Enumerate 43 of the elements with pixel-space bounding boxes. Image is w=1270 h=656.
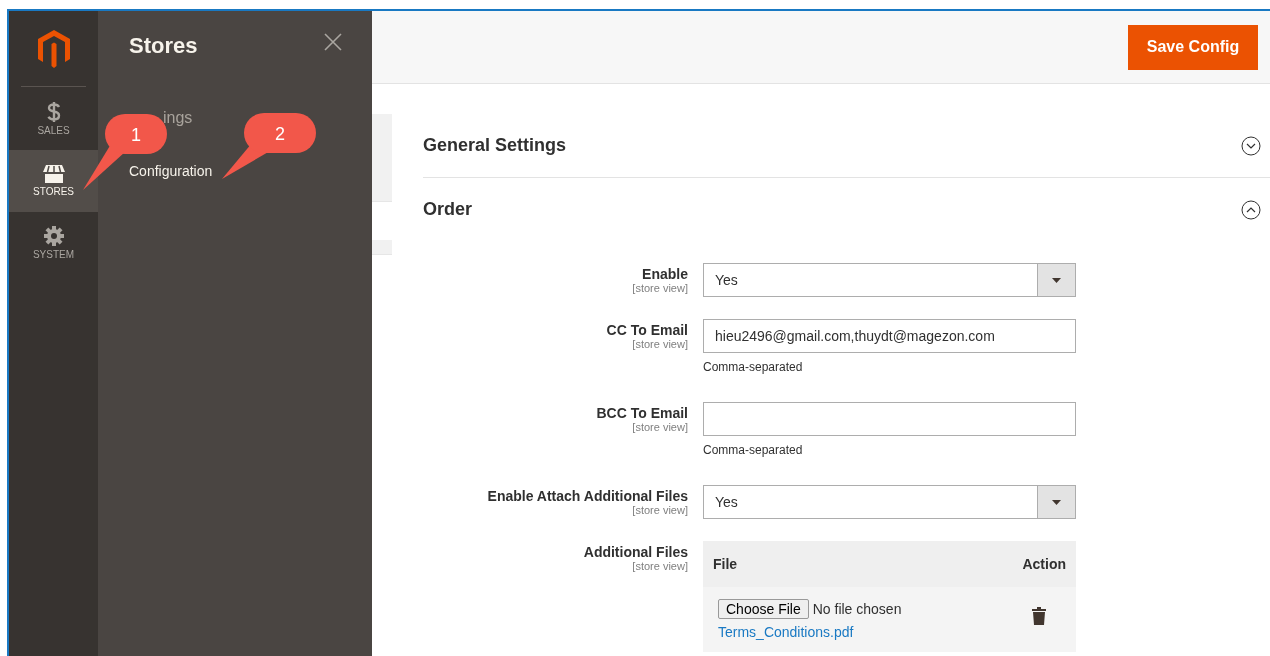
nav-item[interactable]: STORES <box>9 150 98 212</box>
select-field[interactable]: Yes <box>703 263 1076 297</box>
logo-icon[interactable] <box>37 29 70 68</box>
menu-title: Stores <box>129 33 198 59</box>
caret-icon <box>1052 499 1061 505</box>
select-field[interactable]: Yes <box>703 485 1076 519</box>
save-config-button[interactable]: Save Config <box>1128 24 1258 70</box>
expand-icon[interactable] <box>1241 135 1261 156</box>
scope-label: [store view] <box>631 560 688 572</box>
field-label: Enable Attach Additional Files <box>486 488 688 504</box>
column-header: Action <box>1022 556 1066 572</box>
field-note: Comma-separated <box>703 360 804 374</box>
gear-icon <box>43 226 64 246</box>
nav-item[interactable]: SYSTEM <box>9 212 98 274</box>
field-label: Additional Files <box>582 544 688 560</box>
close-icon[interactable] <box>324 33 342 51</box>
file-link[interactable]: Terms_Conditions.pdf <box>718 624 902 640</box>
callout: 2 <box>214 113 316 181</box>
file-status: No file chosen <box>812 601 902 617</box>
field-label: CC To Email <box>605 322 688 338</box>
section-header[interactable]: General Settings <box>423 114 1270 178</box>
choose-file-button[interactable]: Choose File <box>718 599 809 619</box>
section-title: General Settings <box>423 135 567 156</box>
field-note: Comma-separated <box>703 443 804 457</box>
tab-panel-edge <box>372 240 392 255</box>
storefront-icon <box>42 165 65 183</box>
nav-item[interactable]: SALES <box>9 88 98 150</box>
scope-label: [store view] <box>631 504 688 516</box>
field-label: Enable <box>641 266 688 282</box>
field-label: BCC To Email <box>595 405 688 421</box>
email-input[interactable]: hieu2496@gmail.com,thuydt@magezon.com <box>703 319 1076 353</box>
section-title: Order <box>423 199 473 220</box>
caret-icon <box>1052 277 1061 283</box>
scope-label: [store view] <box>631 282 688 294</box>
scope-label: [store view] <box>631 338 688 350</box>
collapse-icon[interactable] <box>1241 199 1261 220</box>
trash-icon[interactable] <box>1032 607 1046 625</box>
menu-item[interactable]: Configuration <box>129 163 213 179</box>
column-header: File <box>713 556 738 572</box>
section-header[interactable]: Order <box>423 178 1270 241</box>
scope-label: [store view] <box>631 421 688 433</box>
menu-item[interactable]: ings <box>163 109 193 127</box>
dollar-icon <box>46 102 61 122</box>
